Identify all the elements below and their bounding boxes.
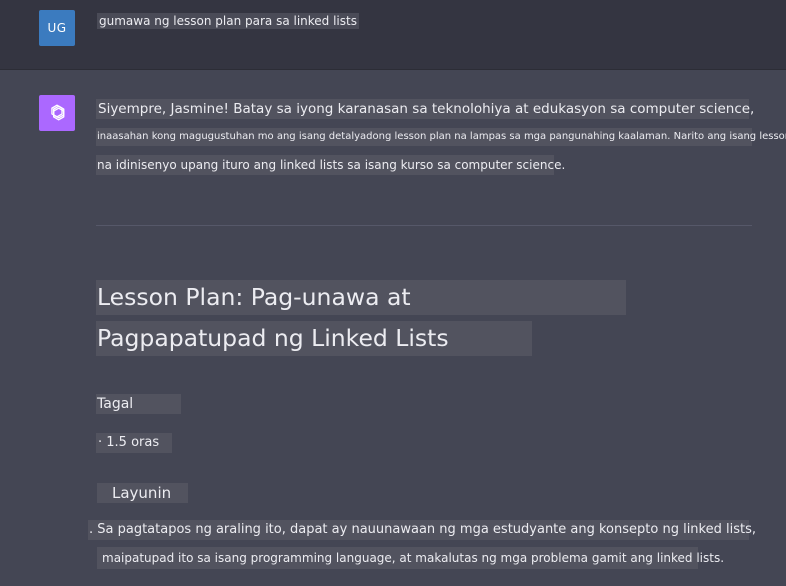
objective-line-2: maipatupad ito sa isang programming lang… [97, 547, 724, 569]
openai-logo-icon [51, 104, 65, 121]
duration-value: · 1.5 oras [96, 433, 172, 453]
user-avatar: UG [39, 10, 75, 46]
intro-paragraph-line-1: Siyempre, Jasmine! Batay sa iyong karana… [96, 99, 755, 119]
objective-line-1: . Sa pagtatapos ng araling ito, dapat ay… [88, 520, 756, 540]
lesson-title-line-1: Lesson Plan: Pag-unawa at [96, 280, 626, 315]
objectives-heading: Layunin [97, 483, 188, 503]
assistant-message-row: Siyempre, Jasmine! Batay sa iyong karana… [0, 70, 786, 586]
user-message-row: UG gumawa ng lesson plan para sa linked … [0, 0, 786, 70]
lesson-title-line-2: Pagpapatupad ng Linked Lists [96, 321, 532, 356]
section-divider [96, 225, 752, 226]
duration-heading: Tagal [96, 394, 181, 414]
assistant-avatar [39, 95, 75, 131]
intro-paragraph-line-3: na idinisenyo upang ituro ang linked lis… [96, 155, 565, 175]
user-message-text: gumawa ng lesson plan para sa linked lis… [97, 13, 359, 29]
intro-paragraph-line-2: inaasahan kong magugustuhan mo ang isang… [96, 128, 786, 146]
